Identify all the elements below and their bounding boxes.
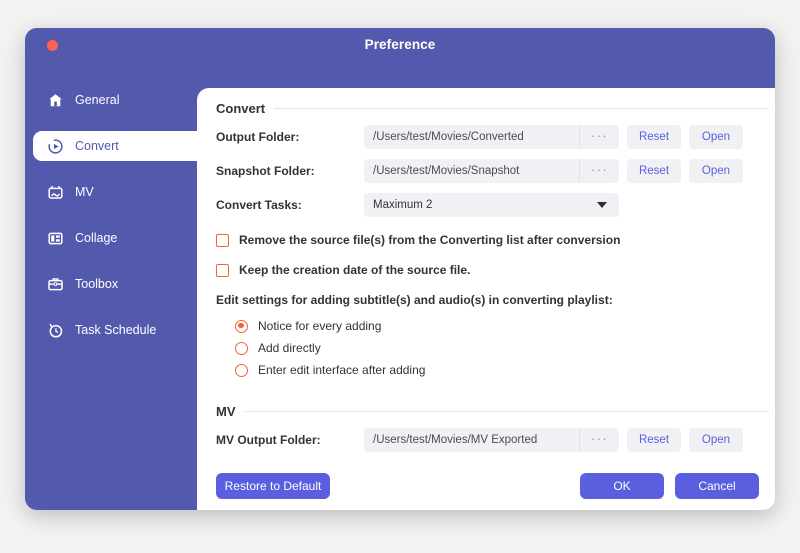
radio-label: Add directly	[258, 341, 321, 355]
row-convert-tasks: Convert Tasks: Maximum 2	[216, 193, 775, 217]
checkbox-keep-creation-date[interactable]: Keep the creation date of the source fil…	[216, 263, 775, 277]
section-divider	[245, 411, 770, 412]
checkbox-remove-source-files[interactable]: Remove the source file(s) from the Conve…	[216, 233, 775, 247]
convert-tasks-select[interactable]: Maximum 2	[364, 193, 619, 217]
row-snapshot-folder: Snapshot Folder: /Users/test/Movies/Snap…	[216, 159, 775, 183]
edit-settings-radio-group: Notice for every adding Add directly Ent…	[216, 316, 775, 380]
section-header-convert: Convert	[216, 101, 775, 116]
convert-tasks-selected-value: Maximum 2	[373, 199, 432, 211]
snapshot-folder-label: Snapshot Folder:	[216, 164, 364, 178]
mv-output-folder-field-group: /Users/test/Movies/MV Exported ···	[364, 428, 619, 452]
mv-output-folder-label: MV Output Folder:	[216, 433, 364, 447]
checkbox-box	[216, 264, 229, 277]
section-divider	[274, 108, 769, 109]
snapshot-folder-reset-button[interactable]: Reset	[627, 159, 681, 183]
collage-layout-icon	[47, 230, 64, 247]
cancel-button[interactable]: Cancel	[675, 473, 759, 499]
output-folder-field-group: /Users/test/Movies/Converted ···	[364, 125, 619, 149]
convert-play-icon	[47, 138, 64, 155]
convert-tasks-label: Convert Tasks:	[216, 198, 364, 212]
sidebar-item-label: General	[75, 93, 119, 107]
mv-output-folder-browse-button[interactable]: ···	[579, 428, 619, 452]
checkbox-box	[216, 234, 229, 247]
mv-output-folder-reset-button[interactable]: Reset	[627, 428, 681, 452]
radio-label: Notice for every adding	[258, 319, 381, 333]
radio-dot	[235, 342, 248, 355]
checkbox-label: Keep the creation date of the source fil…	[239, 263, 470, 277]
restore-to-default-button[interactable]: Restore to Default	[216, 473, 330, 499]
dialog-footer: Restore to Default OK Cancel	[197, 466, 775, 510]
radio-notice-every-adding[interactable]: Notice for every adding	[235, 316, 775, 336]
chevron-down-icon	[597, 202, 607, 208]
sidebar-item-label: Convert	[75, 139, 119, 153]
output-folder-label: Output Folder:	[216, 130, 364, 144]
mv-video-icon	[47, 184, 64, 201]
radio-dot	[235, 320, 248, 333]
row-mv-output-folder: MV Output Folder: /Users/test/Movies/MV …	[216, 428, 775, 452]
radio-enter-edit-interface[interactable]: Enter edit interface after adding	[235, 360, 775, 380]
edit-settings-note: Edit settings for adding subtitle(s) and…	[216, 293, 775, 307]
sidebar-item-label: Toolbox	[75, 277, 118, 291]
sidebar: General Convert MV	[25, 61, 197, 510]
settings-scroll-area: Convert Output Folder: /Users/test/Movie…	[197, 88, 775, 466]
output-folder-reset-button[interactable]: Reset	[627, 125, 681, 149]
snapshot-folder-browse-button[interactable]: ···	[579, 159, 619, 183]
output-folder-open-button[interactable]: Open	[689, 125, 743, 149]
sidebar-item-collage[interactable]: Collage	[25, 223, 197, 253]
briefcase-icon	[47, 276, 64, 293]
output-folder-input[interactable]: /Users/test/Movies/Converted	[364, 125, 579, 149]
sidebar-item-mv[interactable]: MV	[25, 177, 197, 207]
sidebar-item-toolbox[interactable]: Toolbox	[25, 269, 197, 299]
section-header-mv: MV	[216, 404, 775, 419]
radio-label: Enter edit interface after adding	[258, 363, 425, 377]
sidebar-item-task-schedule[interactable]: Task Schedule	[25, 315, 197, 345]
checkbox-label: Remove the source file(s) from the Conve…	[239, 233, 620, 247]
sidebar-item-general[interactable]: General	[25, 85, 197, 115]
radio-dot	[235, 364, 248, 377]
sidebar-item-label: MV	[75, 185, 94, 199]
window-title: Preference	[25, 37, 775, 52]
window-titlebar: Preference	[25, 28, 775, 61]
row-output-folder: Output Folder: /Users/test/Movies/Conver…	[216, 125, 775, 149]
alarm-clock-icon	[47, 322, 64, 339]
snapshot-folder-open-button[interactable]: Open	[689, 159, 743, 183]
section-title: Convert	[216, 101, 265, 116]
sidebar-item-label: Collage	[75, 231, 117, 245]
section-title: MV	[216, 404, 236, 419]
radio-add-directly[interactable]: Add directly	[235, 338, 775, 358]
preference-content-panel: Convert Output Folder: /Users/test/Movie…	[197, 88, 775, 510]
snapshot-folder-input[interactable]: /Users/test/Movies/Snapshot	[364, 159, 579, 183]
sidebar-item-convert[interactable]: Convert	[33, 131, 211, 161]
home-icon	[47, 92, 64, 109]
sidebar-item-label: Task Schedule	[75, 323, 156, 337]
ok-button[interactable]: OK	[580, 473, 664, 499]
preference-window: Preference General Convert	[25, 28, 775, 510]
mv-output-folder-input[interactable]: /Users/test/Movies/MV Exported	[364, 428, 579, 452]
output-folder-browse-button[interactable]: ···	[579, 125, 619, 149]
snapshot-folder-field-group: /Users/test/Movies/Snapshot ···	[364, 159, 619, 183]
mv-output-folder-open-button[interactable]: Open	[689, 428, 743, 452]
